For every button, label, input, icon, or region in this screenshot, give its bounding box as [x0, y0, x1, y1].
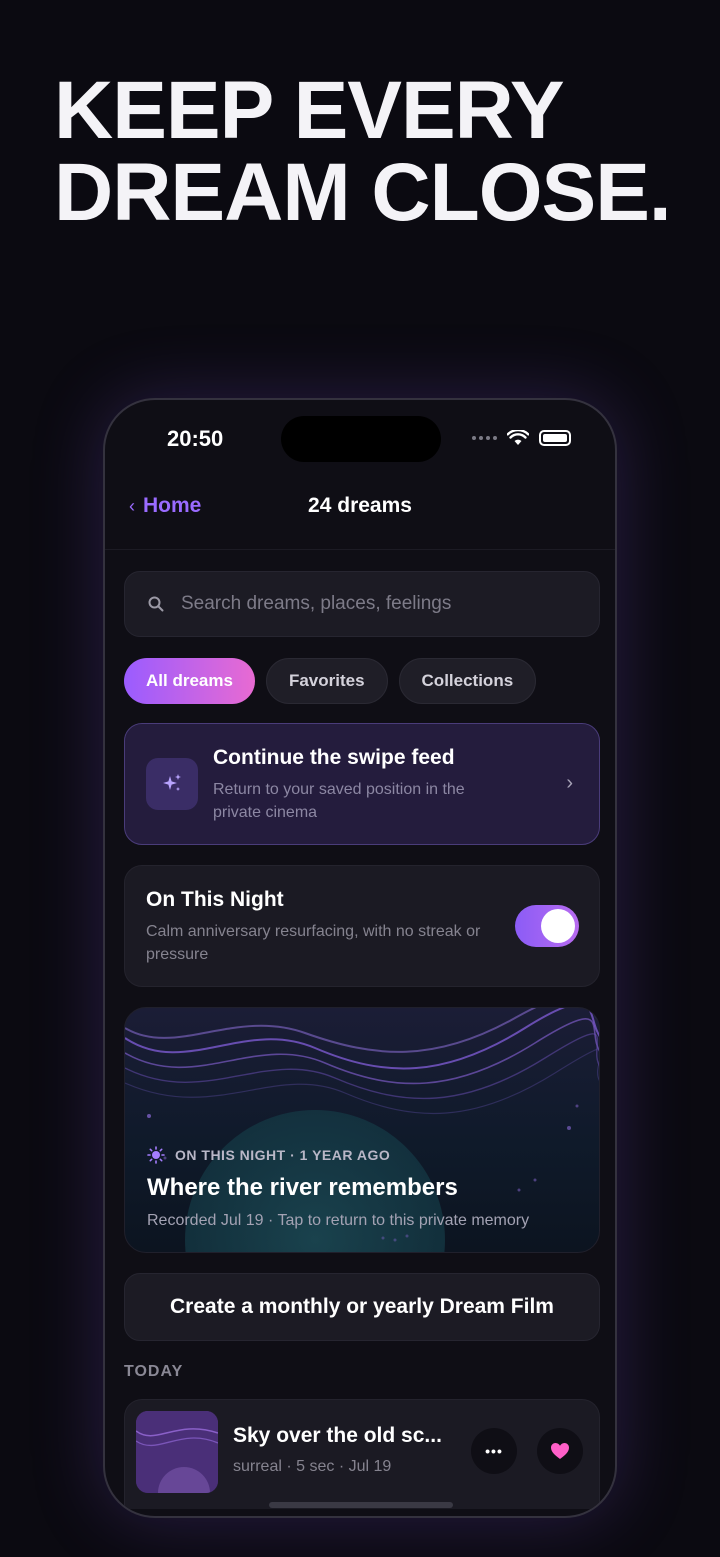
toggle-knob: [541, 909, 575, 943]
section-heading-today: TODAY: [124, 1363, 184, 1380]
continue-card-title: Continue the swipe feed: [213, 746, 455, 769]
sun-icon: [147, 1146, 165, 1164]
search-bar[interactable]: [124, 571, 600, 637]
memory-title: Where the river remembers: [147, 1174, 458, 1201]
dream-thumbnail: [136, 1411, 218, 1493]
on-this-night-toggle[interactable]: [515, 905, 579, 947]
on-this-night-subtitle: Calm anniversary resurfacing, with no st…: [146, 923, 481, 963]
battery-icon: [539, 430, 571, 446]
signal-icon: [472, 436, 497, 440]
on-this-night-title: On This Night: [146, 888, 284, 911]
list-item[interactable]: Sky over the old sc... surreal · 5 sec ·…: [124, 1399, 600, 1509]
favorite-button[interactable]: [537, 1428, 583, 1474]
more-options-button[interactable]: •••: [471, 1428, 517, 1474]
memory-subtitle: Recorded Jul 19 · Tap to return to this …: [147, 1212, 530, 1229]
headline-line-2: DREAM CLOSE.: [54, 147, 672, 238]
dream-meta: surreal · 5 sec · Jul 19: [233, 1458, 392, 1475]
status-time: 20:50: [167, 426, 224, 451]
dream-title: Sky over the old sc...: [233, 1424, 442, 1447]
on-this-night-card: On This Night Calm anniversary resurfaci…: [124, 865, 600, 987]
memory-label: ON THIS NIGHT · 1 YEAR AGO: [147, 1146, 390, 1164]
memory-label-text: ON THIS NIGHT · 1 YEAR AGO: [175, 1147, 391, 1163]
memory-card[interactable]: ON THIS NIGHT · 1 YEAR AGO Where the riv…: [124, 1007, 600, 1253]
dynamic-island: [281, 416, 441, 462]
filter-chips: All dreams Favorites Collections: [124, 658, 537, 704]
continue-swipe-feed-card[interactable]: Continue the swipe feed Return to your s…: [124, 723, 600, 845]
phone-frame: 20:50 ‹ Home 24 dreams All: [103, 398, 617, 1518]
search-input[interactable]: [181, 593, 561, 615]
chevron-right-icon: ›: [566, 772, 573, 794]
home-indicator[interactable]: [269, 1502, 453, 1508]
chip-all-dreams[interactable]: All dreams: [124, 658, 255, 704]
navigation-bar: ‹ Home 24 dreams: [105, 488, 615, 550]
screen: KEEP EVERY DREAM CLOSE. 20:50 ‹ Home 24 …: [0, 0, 720, 1557]
continue-card-subtitle: Return to your saved position in the pri…: [213, 781, 465, 821]
status-icons: [472, 430, 571, 446]
sparkles-icon: [146, 758, 198, 810]
marketing-headline: KEEP EVERY DREAM CLOSE.: [54, 70, 694, 234]
ellipsis-icon: •••: [485, 1443, 503, 1459]
wifi-icon: [507, 430, 529, 445]
headline-line-1: KEEP EVERY: [54, 65, 565, 156]
heart-icon: [551, 1443, 569, 1459]
search-icon: [148, 596, 164, 612]
chip-collections[interactable]: Collections: [398, 658, 537, 704]
create-dream-film-button[interactable]: Create a monthly or yearly Dream Film: [124, 1273, 600, 1341]
chip-favorites[interactable]: Favorites: [265, 658, 388, 704]
page-title: 24 dreams: [308, 494, 412, 517]
